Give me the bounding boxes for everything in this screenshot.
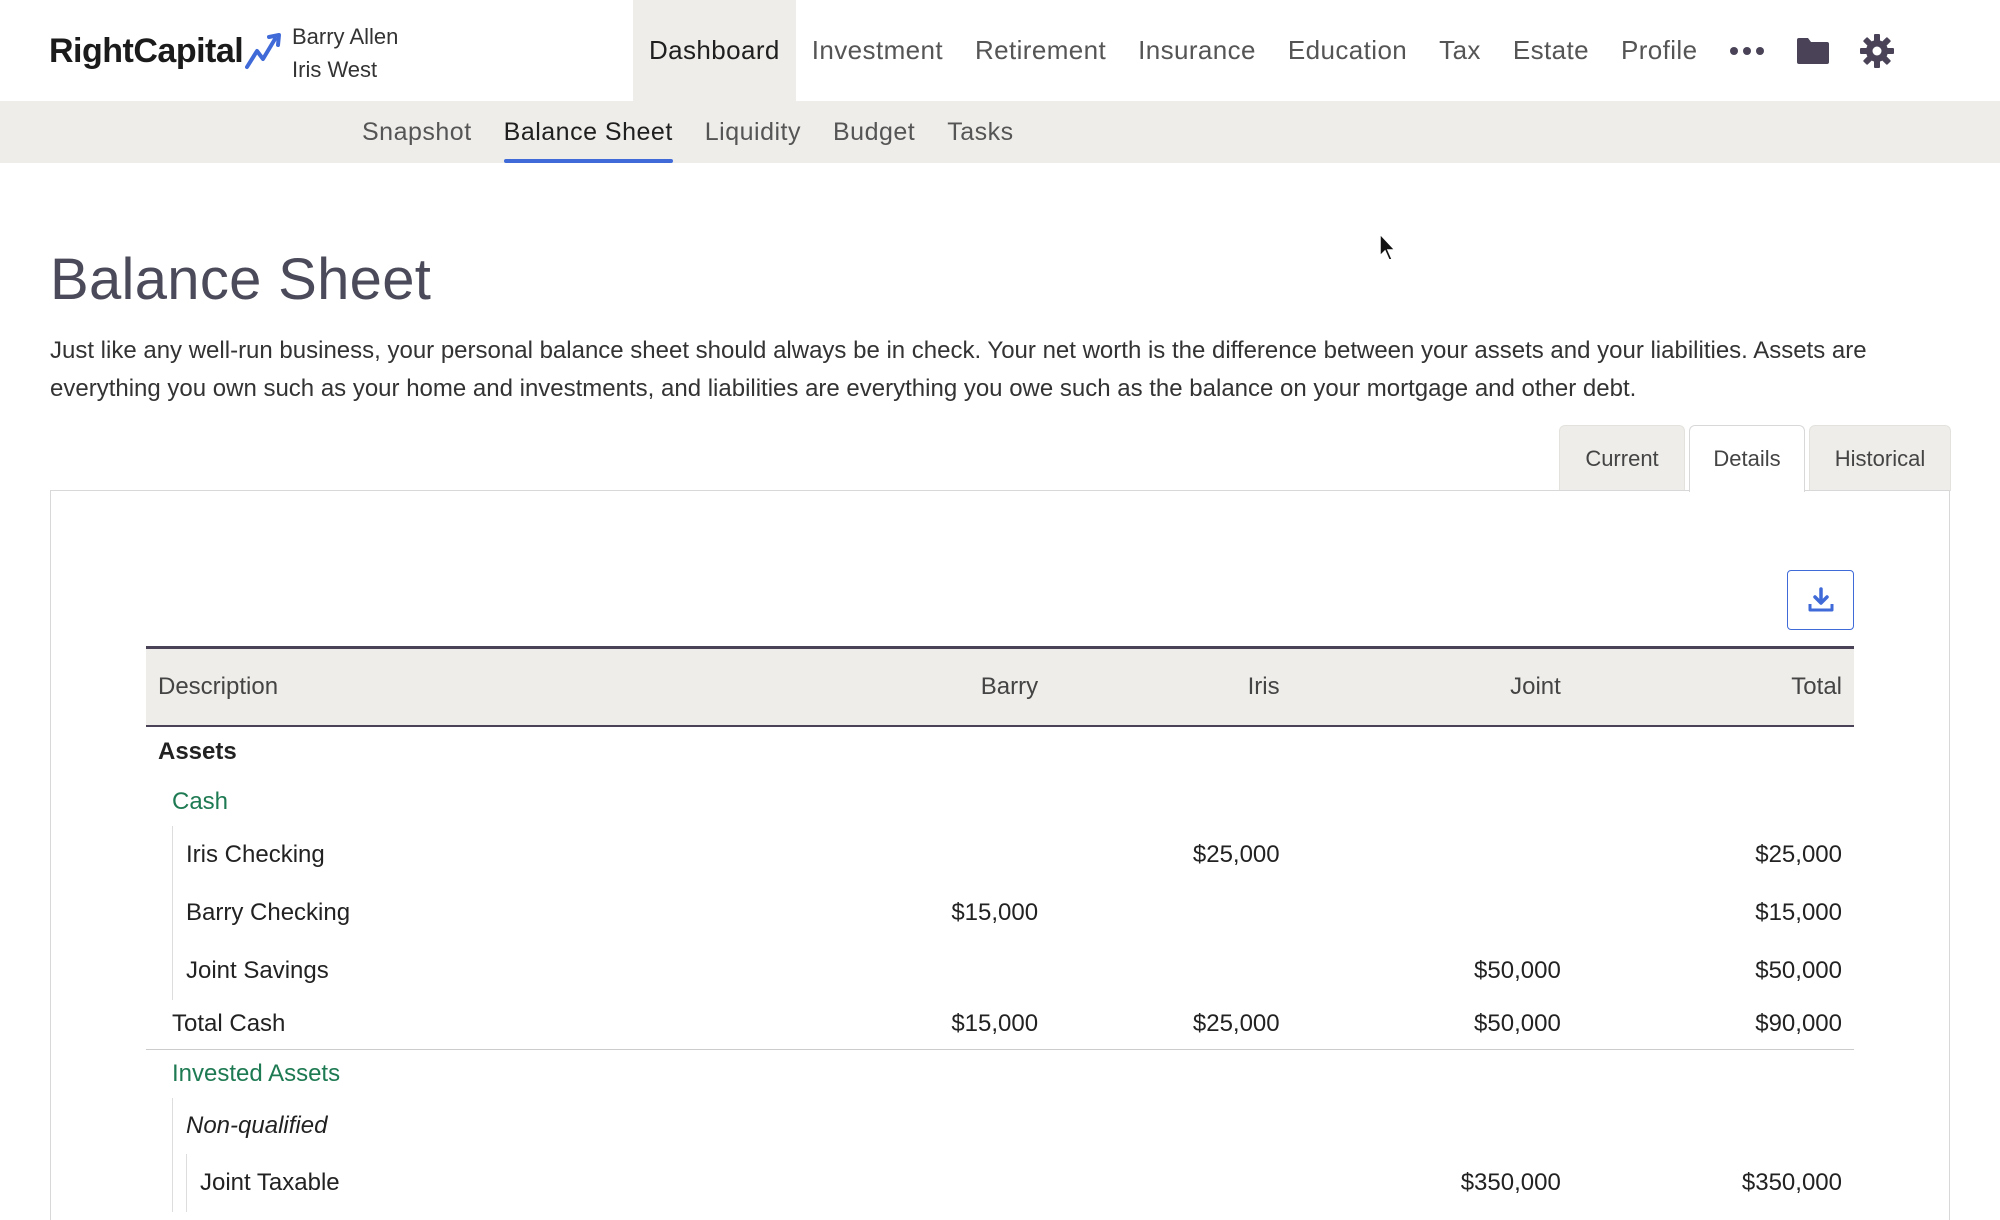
col-header-iris[interactable]: Iris — [1050, 648, 1292, 726]
row-label: Joint Savings — [172, 941, 773, 1000]
cell-barry — [773, 942, 1050, 1000]
client-name-1: Barry Allen — [292, 24, 399, 49]
cell-iris — [1050, 942, 1292, 1000]
client-name-2: Iris West — [292, 57, 378, 82]
download-button[interactable] — [1787, 570, 1854, 630]
nav-estate[interactable]: Estate — [1497, 0, 1605, 101]
table-row: Joint Savings $50,000 $50,000 — [146, 941, 1854, 1000]
col-header-joint[interactable]: Joint — [1292, 648, 1573, 726]
nav-tax[interactable]: Tax — [1423, 0, 1497, 101]
gear-icon[interactable] — [1845, 0, 1909, 101]
nav-dashboard[interactable]: Dashboard — [633, 0, 796, 101]
nav-education[interactable]: Education — [1272, 0, 1423, 101]
tab-details[interactable]: Details — [1689, 425, 1805, 492]
group-row: Cash — [146, 778, 1854, 826]
main-nav: Dashboard Investment Retirement Insuranc… — [633, 0, 1909, 101]
download-icon — [1808, 587, 1833, 612]
subgroup-row: Non-qualified — [146, 1097, 1854, 1154]
top-bar: RightCapital Barry Allen Iris West Dashb… — [0, 0, 2000, 101]
row-label: Barry Checking — [172, 883, 773, 942]
total-row: Total Cash $15,000 $25,000 $50,000 $90,0… — [146, 999, 1854, 1050]
group-label-invested-assets: Invested Assets — [172, 1059, 341, 1087]
cell-barry: $15,000 — [951, 898, 1039, 926]
view-tabs: Current Details Historical — [1555, 425, 1951, 492]
mouse-cursor-icon — [1379, 232, 1397, 261]
table-row: Barry Checking $15,000 $15,000 — [146, 883, 1854, 942]
col-header-total[interactable]: Total — [1573, 648, 1854, 726]
subnav-budget[interactable]: Budget — [817, 101, 931, 163]
cell-joint: $50,000 — [1474, 956, 1561, 984]
total-cash-joint: $50,000 — [1291, 999, 1573, 1050]
table-header-row: Description Barry Iris Joint Total — [146, 647, 1854, 726]
client-names[interactable]: Barry Allen Iris West — [292, 20, 398, 86]
cell-joint: $350,000 — [1460, 1168, 1561, 1196]
row-label: Joint Taxable — [186, 1153, 340, 1212]
subnav-tasks[interactable]: Tasks — [931, 101, 1029, 163]
logo-mark-icon — [245, 33, 282, 69]
cell-iris: $25,000 — [1192, 840, 1280, 868]
section-row: Assets — [146, 726, 1854, 778]
cell-joint — [1292, 826, 1573, 884]
folder-icon[interactable] — [1781, 0, 1845, 101]
group-row: Invested Assets — [146, 1050, 1854, 1098]
total-cash-total: $90,000 — [1572, 999, 1854, 1050]
nav-profile[interactable]: Profile — [1605, 0, 1714, 101]
subnav-balance-sheet[interactable]: Balance Sheet — [488, 101, 689, 163]
tab-historical[interactable]: Historical — [1809, 425, 1951, 491]
more-dots-icon[interactable] — [1713, 0, 1781, 101]
row-label: Iris Checking — [172, 825, 773, 884]
total-cash-iris: $25,000 — [1050, 999, 1292, 1050]
cell-iris — [1050, 1154, 1292, 1212]
total-cash-barry: $15,000 — [773, 999, 1051, 1050]
cell-total: $25,000 — [1755, 840, 1842, 868]
cell-joint — [1292, 884, 1573, 942]
subgroup-label-non-qualified: Non-qualified — [172, 1097, 1854, 1154]
balance-sheet-table: Description Barry Iris Joint Total Asset… — [146, 646, 1854, 1212]
subnav-liquidity[interactable]: Liquidity — [689, 101, 817, 163]
page-description: Just like any well-run business, your pe… — [50, 337, 1867, 402]
section-label-assets: Assets — [158, 738, 237, 765]
cell-total: $15,000 — [1755, 898, 1842, 926]
nav-insurance[interactable]: Insurance — [1122, 0, 1272, 101]
table-row: Iris Checking $25,000 $25,000 — [146, 825, 1854, 884]
col-header-barry[interactable]: Barry — [773, 648, 1050, 726]
group-label-cash: Cash — [172, 787, 229, 815]
sub-nav: Snapshot Balance Sheet Liquidity Budget … — [0, 101, 2000, 163]
cell-barry — [773, 1154, 1050, 1212]
col-header-description[interactable]: Description — [146, 648, 773, 726]
total-cash-label: Total Cash — [146, 999, 774, 1050]
cell-total: $50,000 — [1755, 956, 1842, 984]
subnav-snapshot[interactable]: Snapshot — [346, 101, 488, 163]
cell-iris — [1050, 884, 1292, 942]
nav-retirement[interactable]: Retirement — [959, 0, 1122, 101]
cell-barry — [773, 826, 1050, 884]
cell-total: $350,000 — [1741, 1168, 1842, 1196]
table-row: Joint Taxable $350,000 $350,000 — [146, 1153, 1854, 1212]
tab-current[interactable]: Current — [1559, 425, 1685, 491]
nav-investment[interactable]: Investment — [796, 0, 959, 101]
logo[interactable]: RightCapital — [49, 28, 289, 74]
logo-text: RightCapital — [49, 31, 244, 70]
page-title: Balance Sheet — [50, 247, 432, 312]
